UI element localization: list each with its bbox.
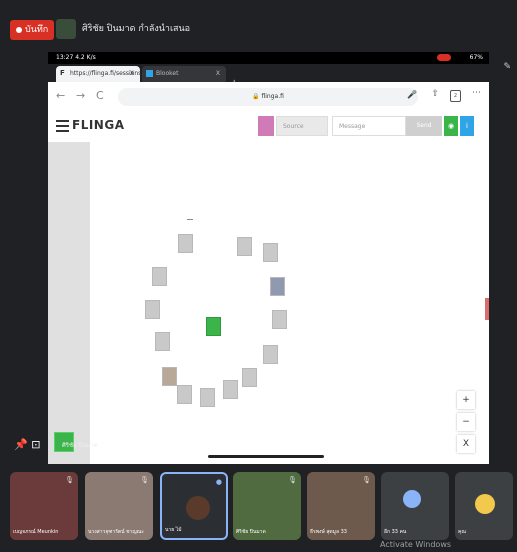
card-item[interactable]	[200, 388, 215, 407]
card-item[interactable]	[263, 243, 278, 262]
share-icon[interactable]: ⇧	[431, 89, 439, 99]
tab-blooket[interactable]: Blooket X	[142, 66, 226, 82]
avatar	[186, 496, 210, 520]
side-handle[interactable]	[485, 298, 489, 320]
screen-record-icon	[437, 54, 451, 61]
mic-icon[interactable]: 🎤	[407, 90, 417, 99]
card-item[interactable]	[152, 267, 167, 286]
participant-name: คุณ	[458, 529, 466, 535]
browser-tab-strip: F https://flinga.fi/sessions X Blooket X…	[48, 64, 489, 89]
presenter-avatar	[56, 18, 76, 39]
url-text: flinga.fi	[261, 93, 284, 100]
camera-icon[interactable]: ◉	[444, 116, 458, 136]
mic-off-icon: 🎙	[288, 476, 297, 484]
more-participants-label: อีก 33 คน	[384, 529, 407, 535]
participant-name: นางสาวจุฑารัตน์ ชาญณะ	[88, 529, 144, 535]
tab-label: Blooket	[156, 70, 179, 77]
close-view-button[interactable]: X	[457, 435, 475, 453]
participant-name: นาย ไม้	[165, 527, 182, 533]
speaking-indicator-icon: ●	[215, 478, 222, 486]
zoom-in-button[interactable]: +	[457, 391, 475, 409]
self-avatar	[475, 494, 495, 514]
card-item-selected[interactable]	[206, 317, 221, 336]
canvas-dash-mark	[187, 219, 193, 220]
status-time: 13:27 4.2 K/s	[56, 54, 96, 61]
card-item[interactable]	[270, 277, 285, 296]
flinga-favicon-icon: F	[60, 69, 65, 77]
card-item[interactable]	[145, 300, 160, 319]
card-item[interactable]	[242, 368, 257, 387]
participant-tile[interactable]: 🎙 นางสาวจุฑารัตน์ ชาญณะ	[85, 472, 153, 540]
mic-off-icon: 🎙	[65, 476, 74, 484]
card-item[interactable]	[223, 380, 238, 399]
record-label: บันทึก	[25, 25, 49, 35]
card-item[interactable]	[237, 237, 252, 256]
record-dot-icon	[16, 26, 22, 33]
reload-button[interactable]: C	[96, 89, 104, 102]
source-field[interactable]: Source	[276, 116, 328, 136]
expand-icon[interactable]: ⊡	[31, 438, 40, 451]
participant-tile[interactable]: 🎙 ศิริชัย ปินมาด	[233, 472, 301, 540]
participant-name: เบญจภรณ์ Meunkin	[13, 529, 59, 535]
shared-screen: 13:27 4.2 K/s 67% F https://flinga.fi/se…	[48, 52, 489, 464]
more-participants-tile[interactable]: อีก 33 คน	[381, 472, 449, 540]
self-tile[interactable]: คุณ	[455, 472, 513, 540]
message-field[interactable]: Message	[332, 116, 406, 136]
card-item[interactable]	[263, 345, 278, 364]
tab-flinga[interactable]: F https://flinga.fi/sessions X	[56, 66, 141, 82]
url-field[interactable]: 🔒 flinga.fi	[118, 88, 418, 106]
flinga-toolbar: FLINGA Source Message Send ◉ i	[48, 112, 489, 143]
sidebar-controls: 📌 ⊡	[14, 438, 40, 451]
left-sidebar-strip	[48, 142, 90, 464]
forward-button[interactable]: →	[76, 89, 85, 102]
card-item[interactable]	[178, 234, 193, 253]
card-item[interactable]	[155, 332, 170, 351]
info-icon[interactable]: i	[460, 116, 474, 136]
back-button[interactable]: ←	[56, 89, 65, 102]
participant-name: ธีรพงษ์ สุดมูล 33	[310, 529, 347, 535]
people-icon	[403, 490, 421, 508]
pin-icon[interactable]: ✎	[503, 62, 511, 72]
hamburger-menu-icon[interactable]	[56, 120, 69, 132]
meet-top-bar: บันทึก ศิริชัย ปินมาด กำลังนำเสนอ	[0, 0, 517, 48]
send-button[interactable]: Send	[406, 116, 442, 136]
flinga-wall-canvas[interactable]: + − X	[48, 142, 489, 464]
device-status-bar: 13:27 4.2 K/s 67%	[48, 52, 489, 64]
presenter-thumb-label: ศิริชัย ปินมาด	[62, 442, 98, 449]
tabs-count-button[interactable]: 2	[450, 90, 461, 102]
address-bar-row: ← → C 🔒 flinga.fi 🎤 ⇧ 2 ⋯	[48, 82, 489, 113]
participant-name: ศิริชัย ปินมาด	[236, 529, 266, 535]
mic-off-icon: 🎙	[140, 476, 149, 484]
participant-tile[interactable]: 🎙 เบญจภรณ์ Meunkin	[10, 472, 78, 540]
flinga-logo: FLINGA	[72, 118, 125, 132]
tab-close-icon[interactable]: X	[216, 66, 220, 82]
record-indicator[interactable]: บันทึก	[10, 20, 55, 40]
card-item[interactable]	[177, 385, 192, 404]
blooket-favicon-icon	[146, 70, 153, 77]
card-item[interactable]	[162, 367, 177, 386]
pin-presenter-icon[interactable]: 📌	[14, 438, 28, 451]
home-indicator	[208, 455, 324, 458]
presenter-text: ศิริชัย ปินมาด กำลังนำเสนอ	[82, 24, 191, 34]
mic-off-icon: 🎙	[362, 476, 371, 484]
battery-text: 67%	[469, 54, 483, 61]
presenter-banner: ศิริชัย ปินมาด กำลังนำเสนอ	[56, 17, 190, 41]
color-picker-swatch[interactable]	[258, 116, 274, 136]
zoom-out-button[interactable]: −	[457, 413, 475, 431]
tab-close-icon[interactable]: X	[130, 66, 134, 82]
participant-tile-speaking[interactable]: ● นาย ไม้	[160, 472, 228, 540]
more-menu-button[interactable]: ⋯	[472, 88, 481, 98]
windows-activation-watermark: Activate Windows	[380, 540, 452, 549]
participant-tile[interactable]: 🎙 ธีรพงษ์ สุดมูล 33	[307, 472, 375, 540]
card-item[interactable]	[272, 310, 287, 329]
